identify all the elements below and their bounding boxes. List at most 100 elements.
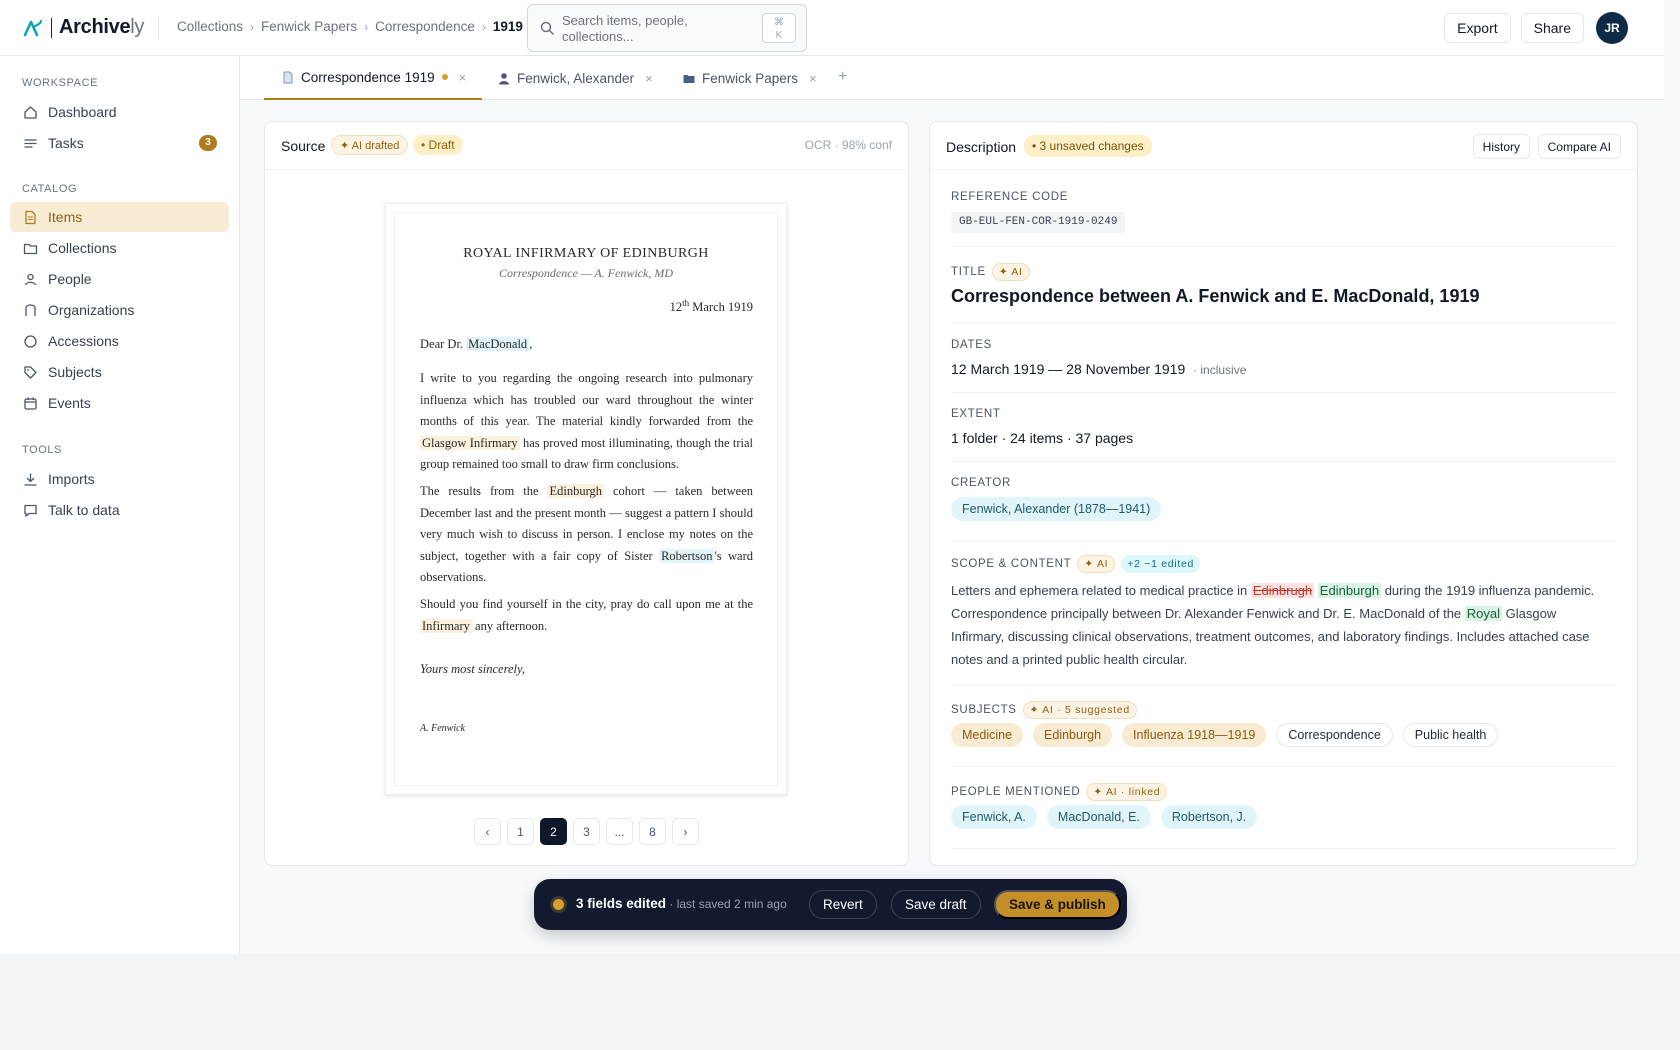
sidebar-section-catalog: CATALOG: [22, 183, 78, 195]
sidebar-item-label: Collections: [48, 240, 117, 256]
app-logo[interactable]: Archively: [22, 16, 144, 39]
breadcrumb-fenwick-papers[interactable]: Fenwick Papers: [261, 19, 357, 34]
subject-chip-medicine[interactable]: Medicine: [951, 723, 1024, 747]
page-button-2[interactable]: 2: [540, 818, 567, 845]
list-icon: [22, 135, 38, 151]
tab-fenwick-papers[interactable]: Fenwick Papers ×: [683, 56, 817, 100]
entity-highlight-person[interactable]: MacDonald: [466, 337, 530, 351]
accession-icon: [22, 333, 38, 349]
building-icon: [22, 302, 38, 318]
sidebar-item-people[interactable]: People: [10, 264, 229, 294]
close-icon[interactable]: ×: [809, 71, 817, 86]
download-icon: [22, 471, 38, 487]
page-button-3[interactable]: 3: [573, 818, 600, 845]
sidebar-item-label: Events: [48, 395, 91, 411]
people-mentioned-label: PEOPLE MENTIONED ✦ AI · linked: [951, 783, 1168, 801]
chevron-right-icon: ›: [481, 19, 486, 34]
sidebar-item-label: Imports: [48, 471, 95, 487]
app-name: Archively: [59, 16, 145, 38]
page-button-8[interactable]: 8: [639, 818, 666, 845]
page-pagination: ‹ 1 2 3 ... 8 ›: [474, 818, 699, 845]
reference-code-value[interactable]: GB-EUL-FEN-COR-1919-0249: [951, 212, 1126, 233]
search-icon: [540, 21, 554, 35]
calendar-icon: [22, 395, 38, 411]
creator-label: CREATOR: [951, 477, 1012, 489]
letter-page-preview[interactable]: ROYAL INFIRMARY OF EDINBURGH Corresponde…: [385, 203, 787, 795]
entity-highlight-place[interactable]: Infirmary: [420, 618, 472, 633]
extent-field[interactable]: 1 folder · 24 items · 37 pages: [951, 430, 1133, 446]
field-divider: [951, 540, 1616, 541]
draft-status-badge: • Draft: [413, 135, 463, 155]
tasks-count-badge: 3: [199, 135, 217, 151]
letter-subheading: Correspondence — A. Fenwick, MD: [499, 266, 673, 280]
save-publish-button[interactable]: Save & publish: [994, 890, 1121, 919]
close-icon[interactable]: ×: [459, 70, 467, 85]
person-chip-robertson[interactable]: Robertson, J.: [1160, 805, 1258, 829]
dates-label: DATES: [951, 339, 992, 351]
close-icon[interactable]: ×: [645, 71, 653, 86]
chevron-right-icon: ›: [250, 19, 255, 34]
sidebar-item-subjects[interactable]: Subjects: [10, 357, 229, 387]
person-chip-macdonald[interactable]: MacDonald, E.: [1046, 805, 1151, 829]
entity-highlight-place[interactable]: Edinburgh: [547, 484, 605, 498]
creator-chip[interactable]: Fenwick, Alexander (1878—1941): [951, 497, 1162, 521]
letter-paragraph-1: I write to you regarding the ongoing res…: [420, 371, 753, 471]
subject-chip-edinburgh[interactable]: Edinburgh: [1033, 723, 1113, 747]
sidebar-section-workspace: WORKSPACE: [22, 77, 99, 89]
sidebar-item-items[interactable]: Items: [10, 202, 229, 232]
person-icon: [499, 72, 509, 84]
sidebar-item-label: Tasks: [48, 135, 84, 151]
header-divider: [158, 16, 159, 40]
subject-chip-public-health[interactable]: Public health: [1402, 723, 1499, 747]
sidebar-item-imports[interactable]: Imports: [10, 464, 229, 494]
sidebar-item-tasks[interactable]: Tasks 3: [10, 128, 229, 158]
breadcrumb-current: 1919: [492, 19, 523, 34]
sidebar-item-dashboard[interactable]: Dashboard: [10, 97, 229, 127]
tab-label: Fenwick, Alexander: [517, 70, 635, 86]
person-chip-fenwick[interactable]: Fenwick, A.: [951, 805, 1037, 829]
previous-page-button[interactable]: ‹: [474, 818, 501, 845]
next-page-button[interactable]: ›: [672, 818, 699, 845]
field-divider: [951, 392, 1616, 393]
sidebar-item-collections[interactable]: Collections: [10, 233, 229, 263]
dates-field[interactable]: 12 March 1919 — 28 November 1919 · inclu…: [951, 361, 1246, 377]
field-divider: [951, 848, 1616, 849]
document-icon: [22, 209, 38, 225]
sidebar-item-organizations[interactable]: Organizations: [10, 295, 229, 325]
ai-drafted-badge: ✦ AI drafted: [331, 135, 409, 155]
field-divider: [951, 684, 1616, 685]
subject-chip-influenza[interactable]: Influenza 1918—1919: [1122, 723, 1267, 747]
field-divider: [951, 246, 1616, 247]
page-button-1[interactable]: 1: [507, 818, 534, 845]
letter-date: 12th March 1919: [669, 298, 753, 315]
page-ellipsis: ...: [606, 818, 633, 845]
entity-highlight-person[interactable]: Robertson: [659, 548, 715, 563]
description-fields: REFERENCE CODE GB-EUL-FEN-COR-1919-0249 …: [931, 0, 1636, 954]
sidebar-item-events[interactable]: Events: [10, 388, 229, 418]
letter-closing: Yours most sincerely,: [420, 662, 525, 676]
field-divider: [951, 323, 1616, 324]
title-label: TITLE ✦ AI: [951, 263, 1030, 281]
source-title: Source: [281, 138, 326, 154]
title-field[interactable]: Correspondence between A. Fenwick and E.…: [951, 286, 1479, 307]
ai-badge: ✦ AI: [991, 263, 1030, 281]
scope-content-field[interactable]: Letters and ephemera related to medical …: [951, 579, 1610, 671]
sidebar-item-label: Dashboard: [48, 104, 117, 120]
add-tab-button[interactable]: +: [838, 68, 847, 86]
sidebar-item-accessions[interactable]: Accessions: [10, 326, 229, 356]
sidebar: WORKSPACE Dashboard Tasks 3 CATALOG Item…: [0, 56, 240, 954]
breadcrumb: Collections › Fenwick Papers › Correspon…: [177, 19, 523, 34]
save-draft-button[interactable]: Save draft: [891, 890, 981, 919]
ai-linked-badge: ✦ AI · linked: [1086, 783, 1168, 801]
search-input[interactable]: Search items, people, collections... ⌘ K: [527, 4, 807, 52]
subject-chip-correspondence[interactable]: Correspondence: [1276, 723, 1393, 747]
folder-icon: [22, 240, 38, 256]
tab-fenwick-alexander[interactable]: Fenwick, Alexander ×: [498, 56, 653, 100]
sidebar-item-talk-to-data[interactable]: Talk to data: [10, 495, 229, 525]
breadcrumb-collections[interactable]: Collections: [177, 19, 243, 34]
breadcrumb-correspondence[interactable]: Correspondence: [375, 19, 475, 34]
tab-correspondence-1919[interactable]: Correspondence 1919 ×: [264, 56, 483, 100]
field-divider: [951, 766, 1616, 767]
entity-highlight-place[interactable]: Glasgow Infirmary: [420, 435, 520, 450]
revert-button[interactable]: Revert: [809, 890, 877, 919]
